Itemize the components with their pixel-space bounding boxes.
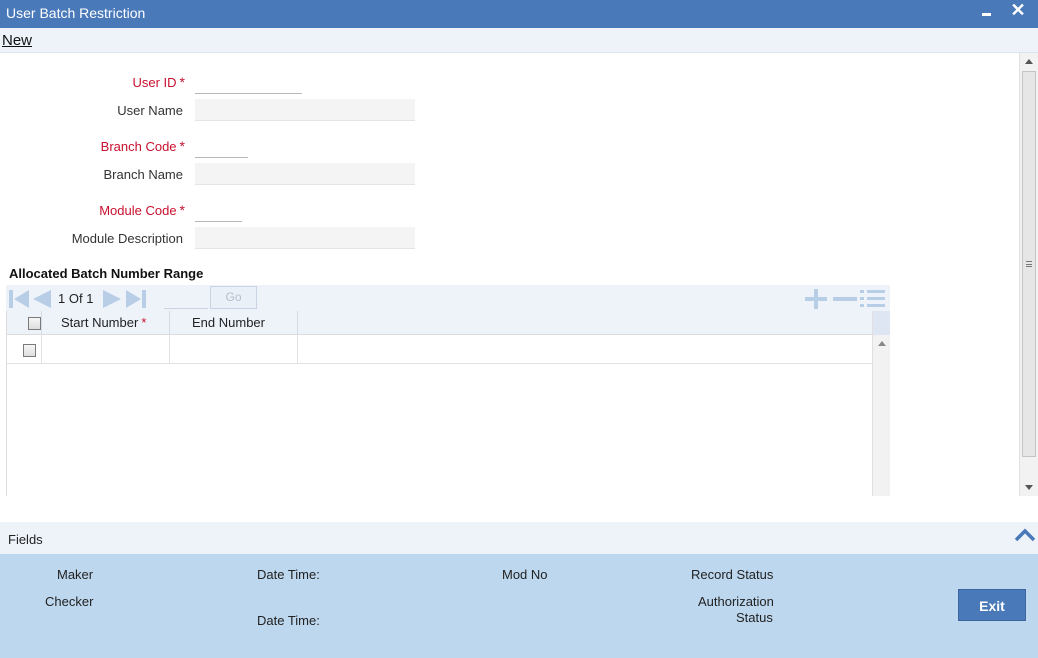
- start-number-cell[interactable]: [42, 335, 170, 364]
- audit-footer: Maker Checker Date Time: Date Time: Mod …: [0, 554, 1038, 658]
- checker-date-time-label: Date Time:: [257, 613, 320, 628]
- header-start-number[interactable]: Start Number *: [42, 311, 170, 335]
- pager-current: 1: [58, 291, 66, 306]
- branch-name-label: Branch Name: [103, 167, 183, 182]
- next-page-icon[interactable]: [102, 289, 122, 309]
- window-title-bar: User Batch Restriction ✕: [0, 0, 1038, 28]
- batch-range-section-title: Allocated Batch Number Range: [9, 266, 204, 281]
- user-id-input[interactable]: [195, 72, 302, 94]
- module-code-input[interactable]: [195, 200, 242, 222]
- table-row: [7, 335, 872, 364]
- row-checkbox[interactable]: [23, 344, 36, 357]
- authorization-status-label-line1: Authorization: [698, 594, 774, 609]
- module-description-label: Module Description: [71, 231, 183, 246]
- minimize-icon[interactable]: [980, 2, 994, 22]
- checker-label: Checker: [45, 594, 94, 609]
- grid-header: Start Number * End Number: [7, 311, 872, 335]
- scroll-grip-icon: [1026, 261, 1032, 267]
- first-page-icon[interactable]: [8, 289, 30, 309]
- page-scrollbar[interactable]: [1019, 53, 1038, 496]
- close-icon[interactable]: ✕: [1008, 0, 1028, 22]
- page-number-input[interactable]: [164, 289, 208, 309]
- end-number-cell[interactable]: [170, 335, 298, 364]
- batch-range-grid: Start Number * End Number: [6, 311, 890, 496]
- window-title: User Batch Restriction: [6, 5, 146, 21]
- scroll-down-icon[interactable]: [1025, 485, 1033, 490]
- branch-name-field: [195, 163, 415, 185]
- single-view-icon[interactable]: [860, 289, 886, 309]
- previous-page-icon[interactable]: [32, 289, 52, 309]
- user-name-label: User Name: [117, 103, 183, 118]
- pager-of: Of: [68, 291, 83, 306]
- new-link[interactable]: New: [2, 32, 32, 49]
- record-status-label: Record Status: [691, 567, 774, 582]
- branch-code-input[interactable]: [195, 136, 248, 158]
- row-select-cell: [7, 335, 42, 364]
- authorization-status-label-line2: Status: [736, 610, 773, 625]
- go-button[interactable]: Go: [210, 286, 257, 309]
- user-name-field: [195, 99, 415, 121]
- branch-code-label: Branch Code *: [100, 138, 185, 154]
- menu-bar: New: [0, 28, 1038, 53]
- user-id-label: User ID *: [132, 74, 185, 90]
- pager-text: 1 Of 1: [58, 291, 93, 306]
- fields-bar: Fields: [0, 522, 1038, 554]
- last-page-icon[interactable]: [125, 289, 147, 309]
- module-description-field: [195, 227, 415, 249]
- module-code-label: Module Code *: [99, 202, 185, 218]
- scroll-up-icon[interactable]: [1025, 59, 1033, 64]
- delete-row-icon[interactable]: [832, 289, 858, 309]
- grid-toolbar: 1 Of 1 Go: [6, 285, 890, 311]
- exit-button[interactable]: Exit: [958, 589, 1026, 621]
- select-all-checkbox[interactable]: [28, 317, 41, 330]
- fields-label[interactable]: Fields: [8, 532, 43, 547]
- mod-no-label: Mod No: [502, 567, 548, 582]
- maker-date-time-label: Date Time:: [257, 567, 320, 582]
- pager-total: 1: [86, 291, 94, 306]
- header-select-cell: [7, 311, 42, 335]
- header-end-number[interactable]: End Number: [170, 311, 298, 335]
- maker-label: Maker: [57, 567, 94, 582]
- chevron-up-icon[interactable]: [1014, 528, 1036, 542]
- add-row-icon[interactable]: [804, 289, 828, 309]
- grid-scroll-up-icon[interactable]: [878, 341, 886, 346]
- grid-scrollbar[interactable]: [872, 311, 890, 496]
